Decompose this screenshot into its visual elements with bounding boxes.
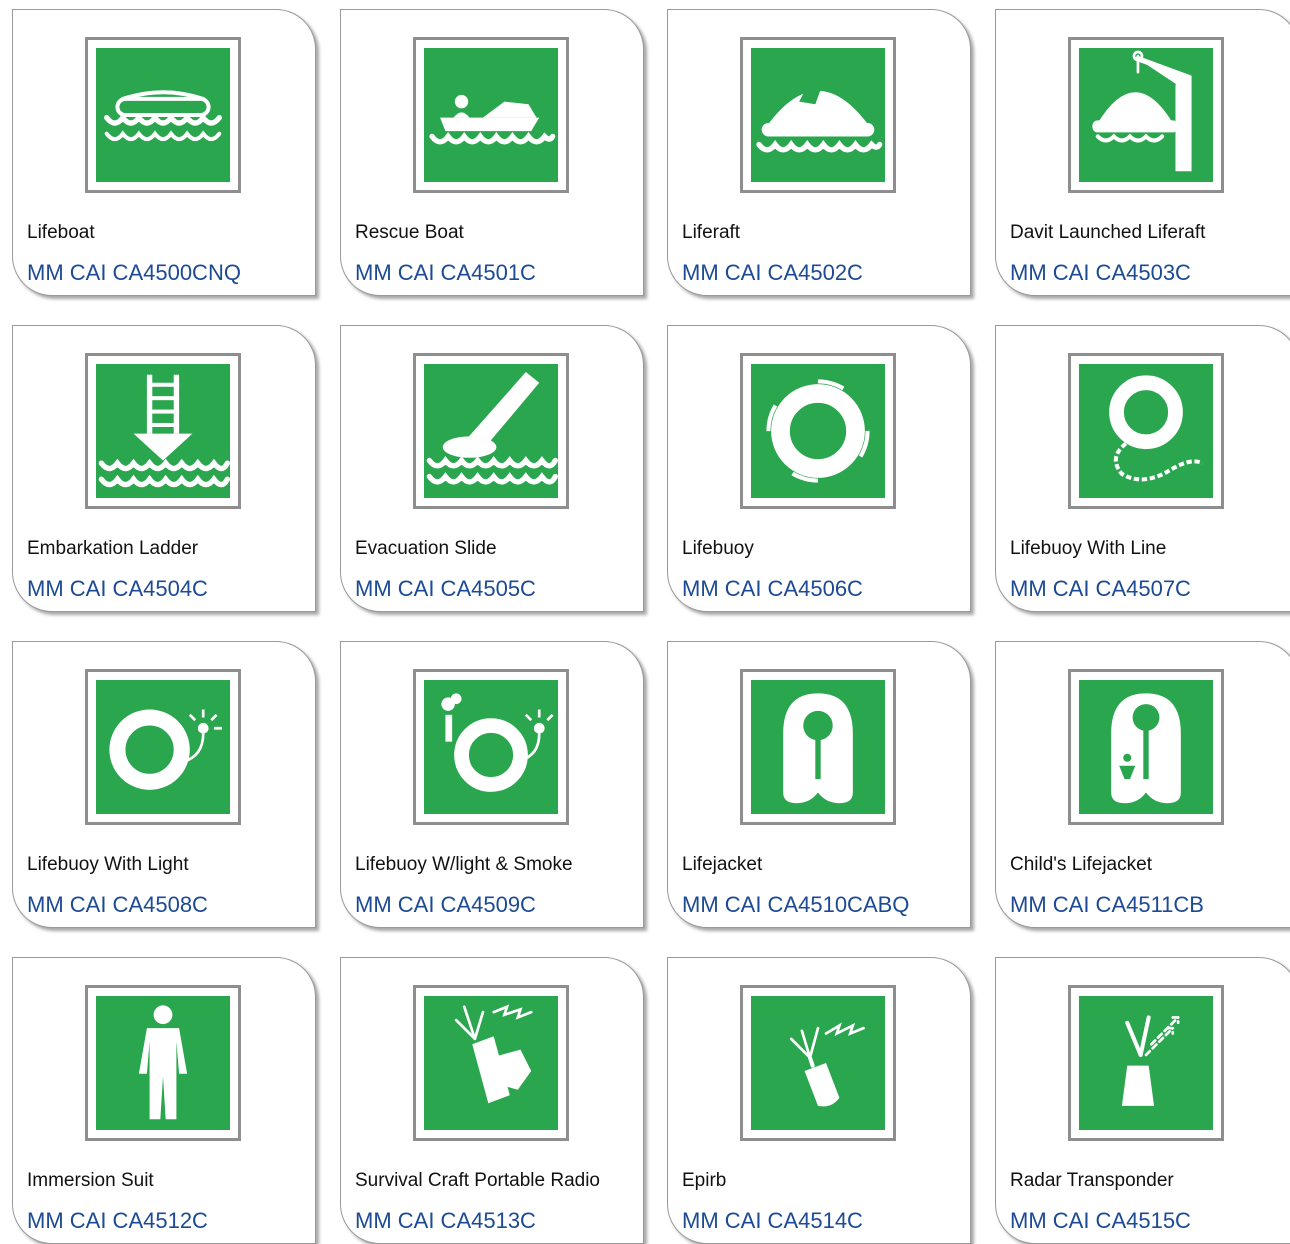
product-card-childs-lifejacket[interactable]: Child's Lifejacket MM CAI CA4511CB: [995, 641, 1290, 928]
product-card-embarkation-ladder[interactable]: Embarkation Ladder MM CAI CA4504C: [12, 325, 316, 612]
product-card-lifebuoy-light[interactable]: Lifebuoy With Light MM CAI CA4508C: [12, 641, 316, 928]
product-code-link[interactable]: MM CAI CA4511CB: [1010, 892, 1204, 918]
sign-frame: [413, 985, 569, 1141]
evacuation-slide-icon: [426, 372, 558, 485]
product-card-rescue-boat[interactable]: Rescue Boat MM CAI CA4501C: [340, 9, 644, 296]
product-code-link[interactable]: MM CAI CA4504C: [27, 576, 208, 602]
lifebuoy-icon: [766, 379, 870, 483]
product-card-epirb[interactable]: Epirb MM CAI CA4514C: [667, 957, 971, 1244]
product-card-davit-liferaft[interactable]: Davit Launched Liferaft MM CAI CA4503C: [995, 9, 1290, 296]
product-name: Epirb: [682, 1170, 727, 1191]
sign-frame: [413, 37, 569, 193]
product-code-link[interactable]: MM CAI CA4509C: [355, 892, 536, 918]
product-card-lifebuoy-light-smoke[interactable]: Lifebuoy W/light & Smoke MM CAI CA4509C: [340, 641, 644, 928]
sign-frame: [85, 985, 241, 1141]
lifebuoy-light-icon: [109, 709, 222, 790]
immersion-suit-icon: [138, 1005, 188, 1120]
sign-frame: [740, 353, 896, 509]
product-name: Davit Launched Liferaft: [1010, 222, 1206, 243]
product-code-link[interactable]: MM CAI CA4502C: [682, 260, 863, 286]
product-name: Lifebuoy With Light: [27, 854, 189, 875]
lifebuoy-light-smoke-icon: [441, 693, 554, 792]
sign-frame: [1068, 353, 1224, 509]
product-code-link[interactable]: MM CAI CA4506C: [682, 576, 863, 602]
sign-frame: [85, 37, 241, 193]
sign-frame: [740, 37, 896, 193]
product-code-link[interactable]: MM CAI CA4508C: [27, 892, 208, 918]
product-name: Embarkation Ladder: [27, 538, 199, 559]
product-name: Child's Lifejacket: [1010, 854, 1152, 875]
product-name: Lifebuoy With Line: [1010, 538, 1167, 559]
product-card-radar-transponder[interactable]: Radar Transponder MM CAI CA4515C: [995, 957, 1290, 1244]
product-card-lifebuoy[interactable]: Lifebuoy MM CAI CA4506C: [667, 325, 971, 612]
product-card-lifeboat[interactable]: Lifeboat MM CAI CA4500CNQ: [12, 9, 316, 296]
product-code-link[interactable]: MM CAI CA4500CNQ: [27, 260, 241, 286]
rescue-boat-icon: [429, 94, 556, 145]
sign-frame: [413, 669, 569, 825]
lifejacket-icon: [783, 693, 853, 804]
product-name: Rescue Boat: [355, 222, 464, 243]
product-code-link[interactable]: MM CAI CA4503C: [1010, 260, 1191, 286]
portable-radio-icon: [454, 1004, 533, 1104]
product-card-liferaft[interactable]: Liferaft MM CAI CA4502C: [667, 9, 971, 296]
sign-frame: [1068, 669, 1224, 825]
product-name: Lifebuoy W/light & Smoke: [355, 854, 573, 875]
product-card-immersion-suit[interactable]: Immersion Suit MM CAI CA4512C: [12, 957, 316, 1244]
sign-frame: [1068, 37, 1224, 193]
product-name: Immersion Suit: [27, 1170, 154, 1191]
product-name: Radar Transponder: [1010, 1170, 1174, 1191]
product-name: Lifeboat: [27, 222, 95, 243]
product-card-evacuation-slide[interactable]: Evacuation Slide MM CAI CA4505C: [340, 325, 644, 612]
sign-frame: [1068, 985, 1224, 1141]
product-code-link[interactable]: MM CAI CA4515C: [1010, 1208, 1191, 1234]
product-card-portable-radio[interactable]: Survival Craft Portable Radio MM CAI CA4…: [340, 957, 644, 1244]
product-name: Lifejacket: [682, 854, 763, 875]
sign-frame: [85, 353, 241, 509]
product-code-link[interactable]: MM CAI CA4510CABQ: [682, 892, 909, 918]
sign-frame: [740, 669, 896, 825]
product-code-link[interactable]: MM CAI CA4501C: [355, 260, 536, 286]
radar-transponder-icon: [1121, 1015, 1180, 1106]
childs-lifejacket-icon: [1111, 693, 1181, 804]
epirb-icon: [789, 1022, 865, 1107]
sign-frame: [740, 985, 896, 1141]
product-code-link[interactable]: MM CAI CA4505C: [355, 576, 536, 602]
lifeboat-icon: [104, 90, 222, 142]
product-code-link[interactable]: MM CAI CA4513C: [355, 1208, 536, 1234]
davit-liferaft-icon: [1092, 50, 1192, 172]
product-name: Evacuation Slide: [355, 538, 497, 559]
product-name: Liferaft: [682, 222, 741, 243]
product-card-lifebuoy-line[interactable]: Lifebuoy With Line MM CAI CA4507C: [995, 325, 1290, 612]
liferaft-icon: [756, 74, 883, 153]
product-card-lifejacket[interactable]: Lifejacket MM CAI CA4510CABQ: [667, 641, 971, 928]
sign-frame: [85, 669, 241, 825]
lifebuoy-line-icon: [1109, 375, 1204, 482]
product-name: Survival Craft Portable Radio: [355, 1170, 600, 1191]
product-code-link[interactable]: MM CAI CA4514C: [682, 1208, 863, 1234]
embarkation-ladder-icon: [98, 374, 230, 488]
product-name: Lifebuoy: [682, 538, 754, 559]
product-code-link[interactable]: MM CAI CA4507C: [1010, 576, 1191, 602]
sign-frame: [413, 353, 569, 509]
product-code-link[interactable]: MM CAI CA4512C: [27, 1208, 208, 1234]
